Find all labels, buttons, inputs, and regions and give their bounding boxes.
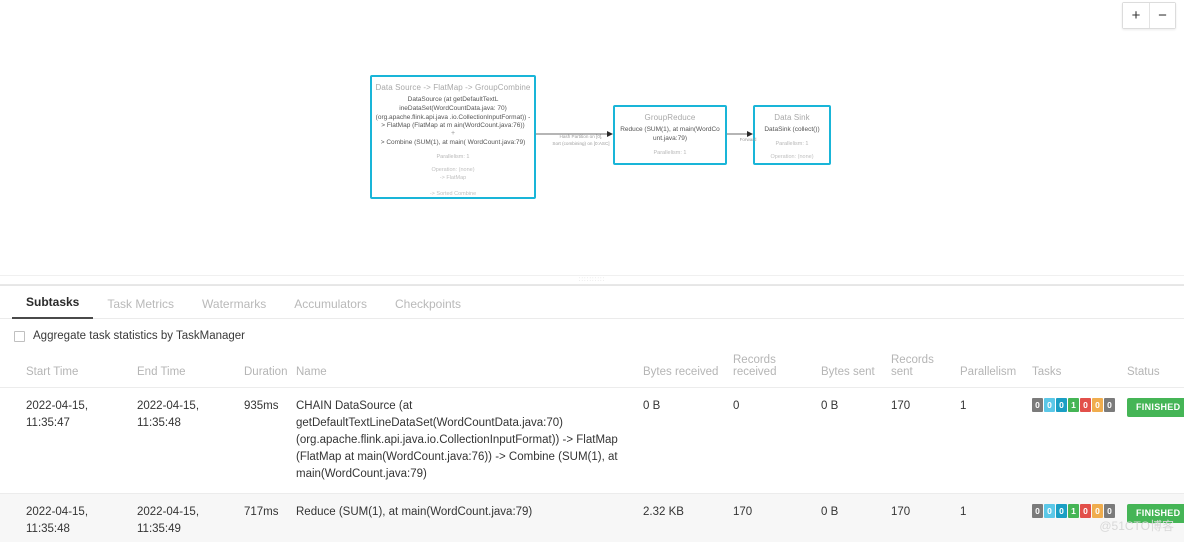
tab-accumulators[interactable]: Accumulators <box>280 289 381 319</box>
task-status-box: 0 <box>1104 398 1115 412</box>
subtask-records-received: 170 <box>727 493 815 542</box>
graph-node-operation: Operation: (none) <box>770 154 814 161</box>
graph-node-operation-detail: -> FlatMap <box>439 175 467 182</box>
task-status-box: 0 <box>1080 398 1091 412</box>
zoom-out-button[interactable]: − <box>1149 3 1175 28</box>
column-header-records-received[interactable]: Records received <box>727 350 815 388</box>
subtask-bytes-received: 2.32 KB <box>637 493 727 542</box>
job-graph-panel: + − Data Source -> FlatMap -> GroupCombi… <box>0 0 1184 278</box>
graph-edge-label-hash-partition: Hash Partition on [0], Sort (combining) … <box>552 134 610 146</box>
column-header-bytes-sent[interactable]: Bytes sent <box>815 350 885 388</box>
graph-node-title: Data Source -> FlatMap -> GroupCombine <box>375 83 531 92</box>
graph-node-extra: -> Sorted Combine <box>429 190 477 197</box>
tab-task-metrics[interactable]: Task Metrics <box>93 289 188 319</box>
subtasks-table: Start Time End Time Duration Name Bytes rece… <box>0 350 1184 542</box>
task-status-box: 0 <box>1044 398 1055 412</box>
subtask-duration: 717ms <box>238 493 290 542</box>
column-header-bytes-received[interactable]: Bytes received <box>637 350 727 388</box>
column-header-end-time[interactable]: End Time <box>131 350 238 388</box>
graph-node-description-2: > Combine (SUM(1), at main( WordCount.ja… <box>380 139 526 147</box>
graph-node-data-source[interactable]: Data Source -> FlatMap -> GroupCombine D… <box>370 75 536 199</box>
graph-node-parallelism: Parallelism: 1 <box>653 149 687 156</box>
subtask-tasks-cell: 0001000 <box>1026 387 1121 495</box>
column-header-duration[interactable]: Duration <box>238 350 290 388</box>
watermark: @51CTO博客 <box>1099 519 1174 533</box>
graph-node-group-reduce[interactable]: GroupReduce Reduce (SUM(1), at main(Word… <box>613 105 727 165</box>
table-row[interactable]: 2022-04-15, 11:35:47 2022-04-15, 11:35:48… <box>0 387 1184 495</box>
table-row[interactable]: 2022-04-15, 11:35:48 2022-04-15, 11:35:49… <box>0 493 1184 542</box>
subtask-records-sent: 170 <box>885 493 954 542</box>
column-header-parallelism[interactable]: Parallelism <box>954 350 1026 388</box>
subtask-bytes-sent: 0 B <box>815 387 885 495</box>
subtask-start-time: 2022-04-15, 11:35:48 <box>0 493 131 542</box>
task-status-box: 0 <box>1056 504 1067 519</box>
zoom-in-button[interactable]: + <box>1123 3 1149 28</box>
flink-job-detail-page: + − Data Source -> FlatMap -> GroupCombi… <box>0 0 1184 542</box>
graph-node-plus-icon: + <box>450 130 456 138</box>
status-badge: FINISHED <box>1127 398 1184 418</box>
column-header-tasks[interactable]: Tasks <box>1026 350 1121 388</box>
graph-node-description: Reduce (SUM(1), at main(WordCo unt.java:… <box>620 126 720 142</box>
task-status-box: 0 <box>1044 504 1055 519</box>
task-status-box: 0 <box>1080 504 1091 519</box>
zoom-controls: + − <box>1122 2 1176 29</box>
task-status-boxes: 0001000 <box>1032 504 1115 519</box>
task-status-box: 0 <box>1056 398 1067 412</box>
graph-node-description: DataSource (at getDefaultTextL ineDataSe… <box>375 96 531 130</box>
graph-node-title: Data Sink <box>774 113 810 122</box>
subtask-bytes-received: 0 B <box>637 387 727 495</box>
subtask-end-time: 2022-04-15, 11:35:49 <box>131 493 238 542</box>
task-status-box: 1 <box>1068 398 1079 412</box>
graph-node-parallelism: Parallelism: 1 <box>436 153 470 160</box>
column-header-start-time[interactable]: Start Time <box>0 350 131 388</box>
subtask-bytes-sent: 0 B <box>815 493 885 542</box>
column-header-status[interactable]: Status <box>1121 350 1184 388</box>
panel-resize-handle[interactable]: :::::::::: <box>0 275 1184 285</box>
graph-node-description: DataSink (collect()) <box>764 126 820 133</box>
graph-node-operation: Operation: Sorted Group Reduce <box>615 162 725 164</box>
task-status-box: 1 <box>1068 504 1079 519</box>
subtask-name: Reduce (SUM(1), at main(WordCount.java:7… <box>290 493 637 542</box>
grip-dots-icon: :::::::::: <box>578 277 606 283</box>
task-status-box: 0 <box>1092 504 1103 519</box>
subtask-parallelism: 1 <box>954 387 1026 495</box>
table-header-row: Start Time End Time Duration Name Bytes rece… <box>0 350 1184 388</box>
task-status-box: 0 <box>1032 398 1043 412</box>
graph-edge-label-forward: Forward <box>739 137 757 142</box>
tab-subtasks[interactable]: Subtasks <box>12 287 94 319</box>
column-header-records-sent[interactable]: Records sent <box>885 350 954 388</box>
subtask-records-received: 0 <box>727 387 815 495</box>
task-status-boxes: 0001000 <box>1032 398 1115 412</box>
task-status-box: 0 <box>1104 504 1115 519</box>
table-body: 2022-04-15, 11:35:47 2022-04-15, 11:35:48… <box>0 387 1184 542</box>
graph-node-operation: Operation: (none) <box>431 167 475 174</box>
graph-node-data-sink[interactable]: Data Sink DataSink (collect()) Paralleli… <box>753 105 831 165</box>
aggregate-checkbox-label: Aggregate task statistics by TaskManager <box>33 330 246 342</box>
graph-node-title: GroupReduce <box>644 113 696 122</box>
column-header-name[interactable]: Name <box>290 350 637 388</box>
task-status-box: 0 <box>1092 398 1103 412</box>
aggregate-checkbox[interactable] <box>14 330 25 342</box>
tab-bar: Subtasks Task Metrics Watermarks Accumulato… <box>0 286 1184 319</box>
tab-checkpoints[interactable]: Checkpoints <box>381 289 475 319</box>
tab-watermarks[interactable]: Watermarks <box>188 289 280 319</box>
subtasks-panel: Subtasks Task Metrics Watermarks Accumulato… <box>0 285 1184 542</box>
subtask-parallelism: 1 <box>954 493 1026 542</box>
aggregate-row: Aggregate task statistics by TaskManager <box>0 319 1184 350</box>
task-status-box: 0 <box>1032 504 1043 519</box>
subtask-name: CHAIN DataSource (at getDefaultTextLineD… <box>290 387 637 495</box>
subtask-start-time: 2022-04-15, 11:35:47 <box>0 387 131 495</box>
subtask-duration: 935ms <box>238 387 290 495</box>
subtask-end-time: 2022-04-15, 11:35:48 <box>131 387 238 495</box>
subtask-records-sent: 170 <box>885 387 954 495</box>
subtask-status-cell: FINISHED <box>1121 387 1184 495</box>
